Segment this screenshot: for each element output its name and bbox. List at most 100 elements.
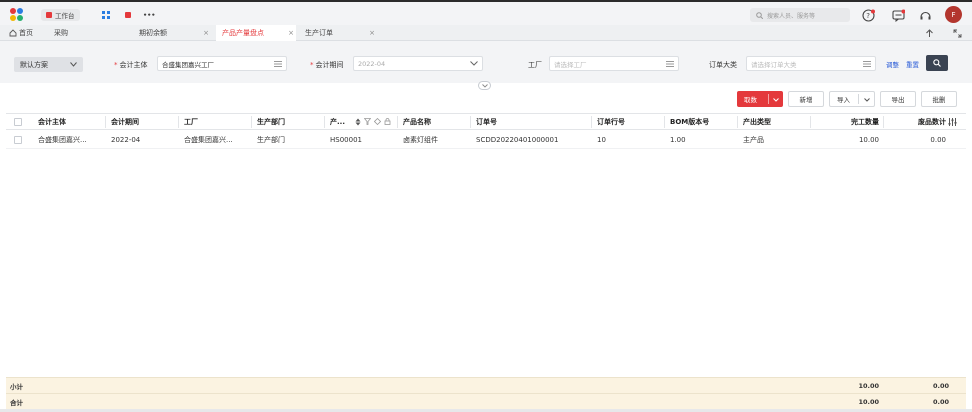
subtotal-label: 小计 [10,382,23,391]
help-icon[interactable]: ? [860,7,876,23]
apps-grid-button[interactable] [97,9,115,21]
accounting-period-label: * 会计期间 [310,61,344,69]
col-output-type[interactable]: 产出类型 [743,114,771,129]
list-icon[interactable] [274,60,282,67]
search-icon [756,11,763,19]
global-search-input[interactable]: 搜索人员、服务等 [750,8,850,22]
collapse-filter-button[interactable] [478,81,491,90]
export-label: 导出 [891,96,905,104]
data-grid: 会计主体 会计期间 工厂 生产部门 产... 产品名称 订单号 订单行号 BOM… [6,113,966,409]
factory-field[interactable]: 请选择工厂 [549,56,679,71]
total-completed-qty: 10.00 [858,397,879,406]
chevron-down-icon[interactable] [864,98,870,102]
chevron-down-icon [481,83,488,88]
search-placeholder: 搜索人员、服务等 [767,12,816,20]
list-icon[interactable] [863,60,871,67]
app-logo-icon[interactable] [10,8,24,22]
avatar-initial: F [951,10,956,19]
accounting-period-value: 2022-04 [358,59,386,68]
accounting-entity-field[interactable]: 合盛集团嘉兴工厂 [157,56,287,71]
cell-bom-version: 1.00 [670,135,686,144]
subtotal-row: 小计 10.00 0.00 [6,377,966,393]
filter-icon[interactable] [364,118,371,125]
col-order-number[interactable]: 订单号 [476,114,497,129]
column-settings-icon[interactable] [948,114,957,129]
svg-text:?: ? [866,12,870,20]
add-button[interactable]: 新增 [788,91,824,107]
col-product-name[interactable]: 产品名称 [403,114,431,129]
cell-product-name: 卤素灯组件 [403,135,438,144]
accounting-period-field[interactable]: 2022-04 [353,56,483,71]
message-icon[interactable] [890,7,906,23]
workbench-icon [46,12,52,18]
fullscreen-icon[interactable] [953,25,962,41]
col-bom-version[interactable]: BOM版本号 [670,114,709,129]
tab-purchase-label: 采购 [54,29,68,37]
list-icon[interactable] [666,60,674,67]
tab-home[interactable]: 首页 [9,25,33,41]
total-label: 合计 [10,398,23,407]
search-button[interactable] [926,55,948,71]
recent-app-button[interactable] [120,9,136,21]
import-button[interactable]: 导入 [829,91,875,107]
col-scrap-qty[interactable]: 废品数计 [883,114,946,129]
col-product-code[interactable]: 产... [330,114,345,129]
tab-production-order[interactable]: 生产订单 × [305,25,377,41]
grid-header: 会计主体 会计期间 工厂 生产部门 产... 产品名称 订单号 订单行号 BOM… [6,114,966,130]
chevron-down-icon [70,62,77,67]
cell-production-dept: 生产部门 [257,135,285,144]
tab-product-output-label: 产品产量盘点 [222,29,264,37]
select-all-checkbox[interactable] [14,114,22,129]
settings-icon[interactable] [374,118,381,125]
chevron-down-icon [470,61,478,66]
col-completed-qty[interactable]: 完工数量 [810,114,879,129]
cell-accounting-entity: 合盛集团嘉兴... [38,135,87,144]
headset-icon[interactable] [917,7,933,23]
tab-product-output-inventory[interactable]: 产品产量盘点 × [216,25,296,41]
factory-label: 工厂 [528,61,542,69]
lock-icon[interactable] [384,118,391,125]
reset-link[interactable]: 重置 [906,59,919,69]
cell-order-line: 10 [597,135,606,144]
order-category-field[interactable]: 请选择订单大类 [746,56,876,71]
accounting-entity-value: 合盛集团嘉兴工厂 [162,60,214,69]
app-icon [125,12,131,18]
col-accounting-period[interactable]: 会计期间 [111,114,139,129]
upload-icon[interactable] [925,25,934,41]
scheme-select[interactable]: 默认方案 [14,57,83,72]
total-row: 合计 10.00 0.00 [6,393,966,409]
col-accounting-entity[interactable]: 会计主体 [38,114,66,129]
adjust-link[interactable]: 调整 [886,59,899,69]
tab-opening-balance[interactable]: 期初余额 × [139,25,211,41]
add-label: 新增 [799,96,813,104]
factory-placeholder: 请选择工厂 [554,60,587,69]
row-checkbox[interactable] [14,131,22,148]
close-icon[interactable]: × [203,29,211,37]
accounting-entity-label: * 会计主体 [114,61,148,69]
chevron-down-icon[interactable] [773,98,779,102]
sort-icon[interactable] [355,118,361,126]
tab-purchase[interactable]: 采购 [54,25,68,41]
grid-icon [102,11,110,19]
col-production-dept[interactable]: 生产部门 [257,114,285,129]
search-icon [933,59,941,67]
close-icon[interactable]: × [369,29,377,37]
action-toolbar: 取数 新增 导入 导出 批删 [0,90,972,110]
fetch-data-button[interactable]: 取数 [737,91,783,107]
tab-opening-balance-label: 期初余额 [139,29,167,37]
close-icon[interactable]: × [288,29,296,37]
tab-production-order-label: 生产订单 [305,29,333,37]
total-scrap-qty: 0.00 [932,397,949,406]
col-product-code-tools [355,114,391,129]
workbench-tab[interactable]: 工作台 [41,9,80,21]
batch-delete-button[interactable]: 批删 [921,91,957,107]
export-button[interactable]: 导出 [880,91,916,107]
col-order-line[interactable]: 订单行号 [597,114,625,129]
fetch-label: 取数 [744,96,757,104]
table-row[interactable]: 合盛集团嘉兴... 2022-04 合盛集团嘉兴... 生产部门 HS00001… [6,131,966,149]
more-button[interactable]: ••• [138,9,160,21]
scheme-value: 默认方案 [20,60,48,69]
col-factory[interactable]: 工厂 [184,114,198,129]
cell-scrap-qty: 0.00 [930,135,946,144]
user-avatar[interactable]: F [945,6,962,23]
